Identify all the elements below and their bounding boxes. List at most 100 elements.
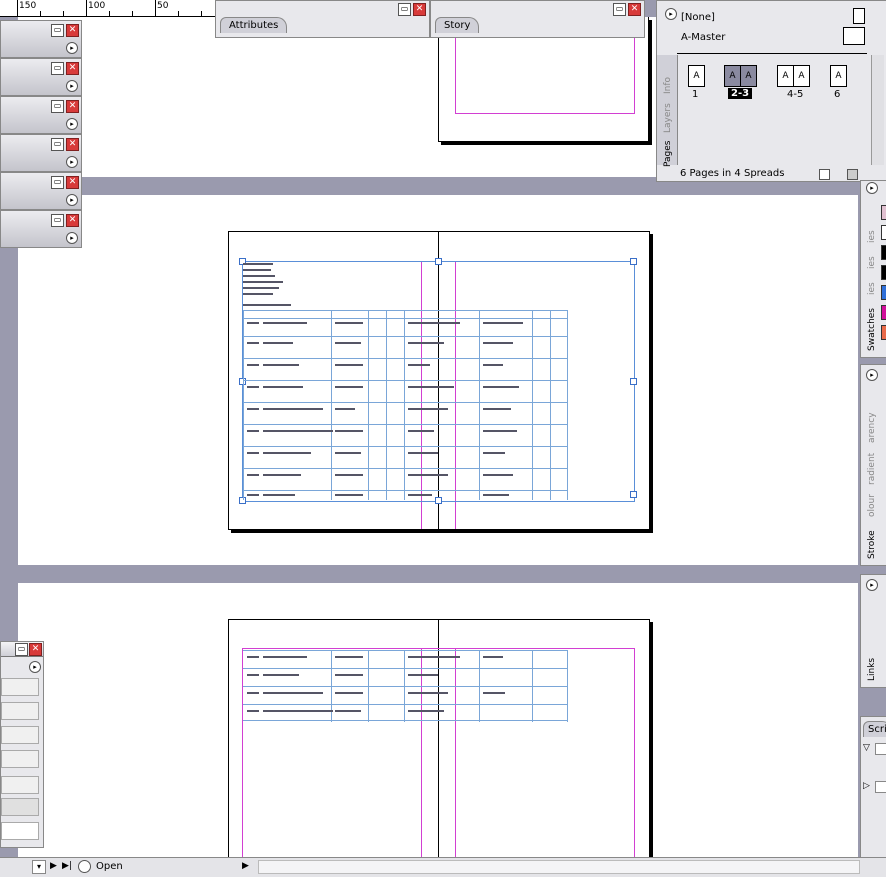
open-status-icon [78, 860, 91, 873]
close-icon[interactable]: ✕ [66, 100, 79, 113]
swatch[interactable] [881, 285, 886, 300]
page-thumb-2[interactable]: A [724, 65, 741, 87]
tab-scripts[interactable]: Scri [863, 721, 886, 737]
page-spread-2-3[interactable] [228, 231, 650, 530]
tab-links[interactable]: Links [867, 653, 877, 681]
input-field[interactable] [1, 798, 39, 816]
collapsed-panel[interactable]: ▭ ✕ ▸ [0, 58, 82, 96]
tab-pages[interactable]: Pages [663, 137, 673, 167]
dropdown-field[interactable] [1, 776, 39, 794]
close-icon[interactable]: ✕ [66, 214, 79, 227]
minimize-icon[interactable]: ▭ [51, 100, 64, 113]
page-spread-4-5[interactable] [228, 619, 650, 859]
panel-menu-icon[interactable]: ▸ [66, 232, 78, 244]
scrollbar[interactable] [871, 55, 884, 165]
status-menu-icon[interactable]: ▶ [242, 861, 249, 871]
last-page-icon[interactable]: ▶| [62, 861, 72, 871]
panel-menu-icon[interactable]: ▸ [66, 118, 78, 130]
master-none[interactable]: [None] [681, 12, 715, 23]
swatches-panel[interactable]: ▸ ies ies ies Swatches [860, 180, 886, 358]
swatch[interactable] [881, 325, 886, 340]
close-icon[interactable]: ✕ [66, 138, 79, 151]
page-thumb-4[interactable]: A [777, 65, 794, 87]
floating-panel-left[interactable]: ▭ ✕ ▸ [0, 641, 44, 848]
collapsed-panel[interactable]: ▭ ✕ ▸ [0, 210, 82, 248]
tab-collapsed[interactable]: ies [867, 247, 877, 269]
horizontal-ruler: 150 100 50 [0, 0, 215, 17]
collapsed-panel[interactable]: ▭ ✕ ▸ [0, 96, 82, 134]
close-icon[interactable]: ✕ [66, 24, 79, 37]
minimize-icon[interactable]: ▭ [398, 3, 411, 16]
minimize-icon[interactable]: ▭ [51, 214, 64, 227]
links-panel[interactable]: ▸ Links [860, 574, 886, 688]
dropdown-field[interactable] [1, 750, 39, 768]
tab-colour[interactable]: olour [867, 491, 877, 517]
panel-menu-icon[interactable]: ▸ [866, 579, 878, 591]
tab-stroke[interactable]: Stroke [867, 525, 877, 559]
horizontal-scrollbar[interactable] [258, 860, 860, 874]
close-icon[interactable]: ✕ [66, 62, 79, 75]
panel-menu-icon[interactable]: ▸ [866, 369, 878, 381]
minimize-icon[interactable]: ▭ [15, 643, 28, 656]
tab-info[interactable]: Info [663, 66, 673, 94]
pages-panel[interactable]: ▸ Info Layers Pages [None] A-Master A 1 … [656, 0, 886, 182]
page-label-selected: 2-3 [728, 88, 753, 99]
page-dropdown[interactable]: ▾ [32, 860, 46, 874]
collapse-icon[interactable]: ▷ [863, 781, 870, 791]
new-page-icon[interactable] [819, 169, 830, 180]
swatch[interactable] [881, 305, 886, 320]
panel-menu-icon[interactable]: ▸ [665, 8, 677, 20]
swatch[interactable] [881, 265, 886, 280]
trash-icon[interactable] [847, 169, 858, 180]
swatch[interactable] [881, 245, 886, 260]
minimize-icon[interactable]: ▭ [51, 62, 64, 75]
collapsed-panel[interactable]: ▭ ✕ ▸ [0, 20, 82, 58]
panel-menu-icon[interactable]: ▸ [66, 156, 78, 168]
status-text: Open [96, 861, 123, 872]
dropdown-field[interactable] [1, 678, 39, 696]
panel-menu-icon[interactable]: ▸ [29, 661, 41, 673]
panel-menu-icon[interactable]: ▸ [66, 80, 78, 92]
attributes-panel[interactable]: ▭ ✕ Attributes [215, 0, 430, 38]
close-icon[interactable]: ✕ [29, 643, 42, 656]
close-icon[interactable]: ✕ [628, 3, 641, 16]
page-thumb-3[interactable]: A [740, 65, 757, 87]
frame-outport-handle[interactable] [630, 491, 637, 498]
collapsed-panel[interactable]: ▭ ✕ ▸ [0, 134, 82, 172]
minimize-icon[interactable]: ▭ [51, 176, 64, 189]
panel-menu-icon[interactable]: ▸ [66, 42, 78, 54]
frame-handle[interactable] [630, 378, 637, 385]
tab-gradient[interactable]: radient [867, 451, 877, 485]
panel-menu-icon[interactable]: ▸ [866, 182, 878, 194]
expand-icon[interactable]: ▽ [863, 743, 870, 753]
page-thumb-5[interactable]: A [793, 65, 810, 87]
minimize-icon[interactable]: ▭ [51, 138, 64, 151]
page-thumb-1[interactable]: A [688, 65, 705, 87]
swatch[interactable] [881, 225, 886, 240]
page-icon [853, 8, 865, 24]
minimize-icon[interactable]: ▭ [613, 3, 626, 16]
tab-attributes[interactable]: Attributes [220, 17, 288, 33]
swatch[interactable] [881, 205, 886, 220]
stroke-panel[interactable]: ▸ arency radient olour Stroke [860, 364, 886, 566]
dropdown-field[interactable] [1, 822, 39, 840]
tab-swatches[interactable]: Swatches [867, 299, 877, 351]
tab-transparency[interactable]: arency [867, 405, 877, 443]
scripts-panel[interactable]: Scri ▽ ▷ [860, 716, 886, 858]
page-thumb-6[interactable]: A [830, 65, 847, 87]
tab-collapsed[interactable]: ies [867, 221, 877, 243]
dropdown-field[interactable] [1, 726, 39, 744]
collapsed-panel[interactable]: ▭ ✕ ▸ [0, 172, 82, 210]
next-page-icon[interactable]: ▶ [50, 861, 57, 871]
master-a[interactable]: A-Master [681, 32, 725, 43]
tab-layers[interactable]: Layers [663, 97, 673, 133]
tab-story[interactable]: Story [435, 17, 480, 33]
close-icon[interactable]: ✕ [66, 176, 79, 189]
minimize-icon[interactable]: ▭ [51, 24, 64, 37]
story-panel[interactable]: ▭ ✕ Story [430, 0, 645, 38]
panel-menu-icon[interactable]: ▸ [66, 194, 78, 206]
tab-collapsed[interactable]: ies [867, 273, 877, 295]
close-icon[interactable]: ✕ [413, 3, 426, 16]
dropdown-field[interactable] [1, 702, 39, 720]
frame-handle[interactable] [630, 258, 637, 265]
